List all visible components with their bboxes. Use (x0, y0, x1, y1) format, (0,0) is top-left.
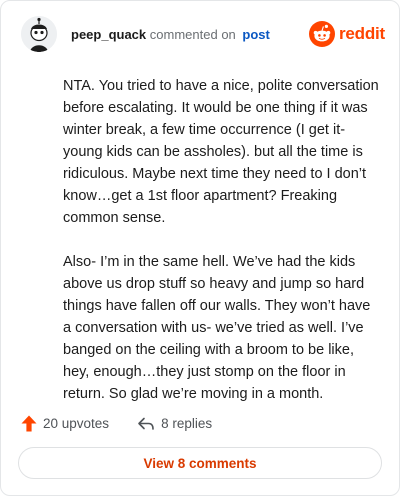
reply-arrow-icon (138, 417, 154, 430)
upvote-count: 20 upvotes (43, 416, 110, 431)
replies-count: 8 replies (161, 416, 213, 431)
username-link[interactable]: peep_quack (71, 27, 146, 42)
comment-card: peep_quack commented on post reddit NTA.… (0, 0, 400, 496)
replies-button[interactable]: 8 replies (137, 416, 212, 432)
user-avatar[interactable] (21, 16, 57, 52)
comment-paragraph: Also- I’m in the same hell. We’ve had th… (63, 254, 371, 402)
comment-header: peep_quack commented on post reddit (21, 15, 385, 53)
comment-meta: peep_quack commented on post (71, 27, 270, 42)
comment-paragraph: NTA. You tried to have a nice, polite co… (63, 78, 379, 226)
upvote-arrow-icon (21, 415, 37, 432)
reddit-logo-icon (308, 21, 335, 47)
avatar-icon (21, 16, 57, 52)
post-link[interactable]: post (242, 27, 269, 42)
upvote-button[interactable]: 20 upvotes (21, 415, 109, 432)
reddit-wordmark: reddit (338, 24, 385, 43)
reddit-brand[interactable]: reddit (308, 21, 385, 47)
comment-action-text: commented on (149, 26, 236, 42)
comment-actions: 20 upvotes 8 replies (21, 415, 212, 432)
comment-body: NTA. You tried to have a nice, polite co… (63, 75, 379, 427)
view-comments-button[interactable]: View 8 comments (18, 447, 382, 479)
